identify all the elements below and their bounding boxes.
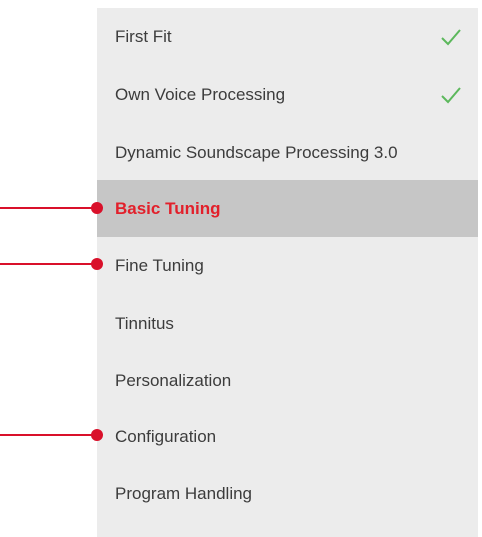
menu-item-program-handling[interactable]: Program Handling <box>97 465 478 522</box>
check-icon <box>441 28 461 45</box>
menu-item-label: Dynamic Soundscape Processing 3.0 <box>115 142 398 162</box>
menu-item-label: Own Voice Processing <box>115 84 286 104</box>
callout-line <box>0 434 96 436</box>
callout-line <box>0 263 96 265</box>
menu-item-label: Personalization <box>115 370 232 390</box>
callout-dot <box>91 429 103 441</box>
menu-item-label: Program Handling <box>115 483 253 503</box>
menu-item-label: Basic Tuning <box>115 198 221 218</box>
menu-item-configuration[interactable]: Configuration <box>97 408 478 465</box>
menu-item-first-fit[interactable]: First Fit <box>97 8 478 65</box>
menu-item-fine-tuning[interactable]: Fine Tuning <box>97 237 478 294</box>
callout-pointer-fine-tuning <box>0 258 106 270</box>
callout-line <box>0 207 96 209</box>
callout-dot <box>91 202 103 214</box>
menu-item-basic-tuning[interactable]: Basic Tuning <box>97 180 478 237</box>
navigation-panel: First Fit Own Voice Processing Dynamic S… <box>97 8 478 537</box>
menu-item-label: Configuration <box>115 426 217 446</box>
menu-item-label: First Fit <box>115 26 172 46</box>
callout-pointer-configuration <box>0 429 106 441</box>
menu-item-personalization[interactable]: Personalization <box>97 352 478 409</box>
check-icon <box>441 86 461 103</box>
menu-item-tinnitus[interactable]: Tinnitus <box>97 295 478 352</box>
menu-item-label: Fine Tuning <box>115 255 204 275</box>
menu-item-dynamic-soundscape-processing[interactable]: Dynamic Soundscape Processing 3.0 <box>97 124 478 181</box>
callout-pointer-basic-tuning <box>0 202 106 214</box>
menu-item-own-voice-processing[interactable]: Own Voice Processing <box>97 66 478 123</box>
menu-item-label: Tinnitus <box>115 313 174 333</box>
callout-dot <box>91 258 103 270</box>
